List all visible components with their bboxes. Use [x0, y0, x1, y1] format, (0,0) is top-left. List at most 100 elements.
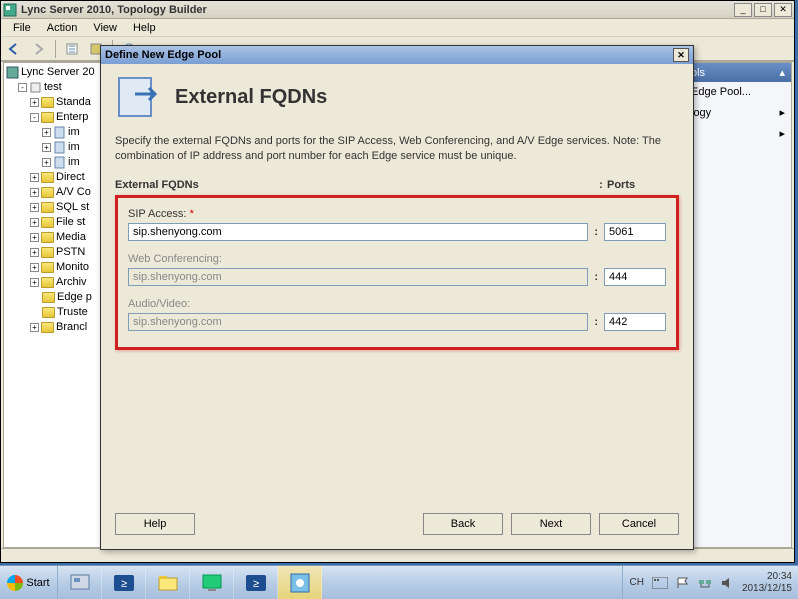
action-more[interactable]: ▸	[685, 123, 791, 144]
sip-access-row: SIP Access: * :	[128, 208, 666, 241]
action-topology[interactable]: logy▸	[685, 102, 791, 123]
folder-icon	[42, 307, 55, 318]
maximize-button[interactable]: □	[754, 3, 772, 17]
menu-help[interactable]: Help	[125, 20, 164, 36]
action-edge-pool[interactable]: Edge Pool...	[685, 82, 791, 102]
task-server-manager[interactable]	[58, 566, 102, 599]
menu-action[interactable]: Action	[39, 20, 86, 36]
windows-icon	[7, 575, 23, 591]
flag-icon[interactable]	[676, 576, 690, 590]
svg-text:≥: ≥	[120, 578, 126, 590]
folder-icon	[41, 112, 54, 123]
sip-access-port-input[interactable]	[604, 223, 666, 241]
keyboard-icon[interactable]	[652, 577, 668, 589]
expand-icon[interactable]: +	[42, 158, 51, 167]
actions-header[interactable]: ols▴	[685, 63, 791, 82]
av-label: Audio/Video:	[128, 298, 666, 310]
server-icon	[6, 66, 19, 79]
expand-icon[interactable]: +	[30, 218, 39, 227]
folder-icon	[41, 187, 54, 198]
column-headers: External FQDNs : Ports	[115, 179, 679, 191]
required-icon: *	[190, 208, 194, 220]
expand-icon[interactable]: +	[30, 263, 39, 272]
define-edge-pool-dialog: Define New Edge Pool ✕ External FQDNs Sp…	[100, 45, 694, 550]
server-icon	[53, 141, 66, 154]
task-lync-shell[interactable]: ≥	[234, 566, 278, 599]
actions-panel: ols▴ Edge Pool... logy▸ ▸	[684, 62, 792, 548]
server-icon	[53, 156, 66, 169]
web-conf-port-input[interactable]	[604, 268, 666, 286]
window-title: Lync Server 2010, Topology Builder	[21, 4, 732, 16]
edge-pool-icon	[115, 74, 161, 120]
sip-access-fqdn-input[interactable]	[128, 223, 588, 241]
start-button[interactable]: Start	[0, 566, 58, 599]
dialog-description: Specify the external FQDNs and ports for…	[115, 134, 679, 165]
minimize-button[interactable]: _	[734, 3, 752, 17]
expand-icon[interactable]: +	[42, 143, 51, 152]
sip-access-label: SIP Access: *	[128, 208, 666, 220]
menu-file[interactable]: File	[5, 20, 39, 36]
back-button[interactable]	[5, 39, 25, 59]
dialog-header: External FQDNs	[101, 64, 693, 134]
expand-icon[interactable]: +	[30, 278, 39, 287]
folder-icon	[41, 262, 54, 273]
folder-icon	[41, 217, 54, 228]
tool-edit-icon[interactable]	[62, 39, 82, 59]
help-button[interactable]: Help	[115, 513, 195, 535]
task-rdp[interactable]	[190, 566, 234, 599]
expand-icon[interactable]: +	[30, 203, 39, 212]
dialog-body: Specify the external FQDNs and ports for…	[101, 134, 693, 350]
menu-view[interactable]: View	[85, 20, 125, 36]
collapse-icon[interactable]: -	[18, 83, 27, 92]
time: 20:34	[767, 571, 792, 583]
chevron-right-icon: ▸	[779, 127, 785, 140]
task-powershell[interactable]: ≥	[102, 566, 146, 599]
folder-icon	[42, 292, 55, 303]
expand-icon[interactable]: +	[30, 248, 39, 257]
system-tray[interactable]: CH 20:34 2013/12/15	[622, 566, 798, 599]
dialog-heading: External FQDNs	[175, 86, 327, 109]
close-button[interactable]: ✕	[774, 3, 792, 17]
folder-icon	[41, 232, 54, 243]
task-explorer[interactable]	[146, 566, 190, 599]
titlebar: Lync Server 2010, Topology Builder _ □ ✕	[1, 1, 794, 19]
expand-icon[interactable]: +	[42, 128, 51, 137]
expand-icon[interactable]: +	[30, 188, 39, 197]
dialog-titlebar: Define New Edge Pool ✕	[101, 46, 693, 64]
menubar: File Action View Help	[1, 19, 794, 37]
date: 2013/12/15	[742, 583, 792, 595]
task-topology-builder[interactable]	[278, 566, 322, 599]
folder-icon	[41, 97, 54, 108]
expand-icon[interactable]: +	[30, 173, 39, 182]
dialog-close-button[interactable]: ✕	[673, 48, 689, 62]
volume-icon[interactable]	[720, 576, 734, 590]
forward-button[interactable]	[29, 39, 49, 59]
app-icon	[3, 3, 17, 17]
next-button[interactable]: Next	[511, 513, 591, 535]
svg-text:≥: ≥	[252, 578, 258, 590]
web-conf-row: Web Conferencing: :	[128, 253, 666, 286]
cancel-button[interactable]: Cancel	[599, 513, 679, 535]
clock[interactable]: 20:34 2013/12/15	[742, 571, 792, 595]
folder-icon	[41, 172, 54, 183]
collapse-icon: ▴	[779, 66, 785, 79]
web-conf-fqdn-input	[128, 268, 588, 286]
av-fqdn-input	[128, 313, 588, 331]
expand-icon[interactable]: +	[30, 98, 39, 107]
web-conf-label: Web Conferencing:	[128, 253, 666, 265]
site-icon	[29, 81, 42, 94]
col-ports: Ports	[607, 179, 679, 191]
av-port-input[interactable]	[604, 313, 666, 331]
expand-icon[interactable]: +	[30, 233, 39, 242]
av-row: Audio/Video: :	[128, 298, 666, 331]
col-fqdns: External FQDNs	[115, 179, 595, 191]
dialog-title: Define New Edge Pool	[105, 49, 673, 61]
language-indicator[interactable]: CH	[629, 577, 643, 588]
folder-icon	[41, 247, 54, 258]
network-icon[interactable]	[698, 576, 712, 590]
back-button[interactable]: Back	[423, 513, 503, 535]
folder-icon	[41, 202, 54, 213]
collapse-icon[interactable]: -	[30, 113, 39, 122]
taskbar: Start ≥ ≥ CH 20:34 2013/12/15	[0, 565, 798, 599]
expand-icon[interactable]: +	[30, 323, 39, 332]
